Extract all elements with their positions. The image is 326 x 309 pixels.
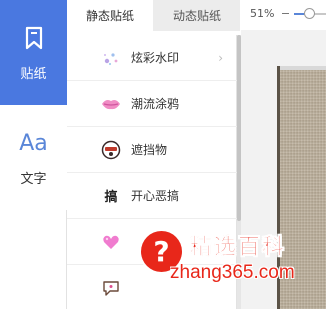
list-item-label: 炫彩水印 [131,51,180,65]
rail-item-text-label: 文字 [20,172,47,187]
sticker-tabs: 静态贴纸 动态贴纸 [67,0,240,31]
list-item-label: 开心恶搞 [131,189,180,203]
sparkle-icon [101,48,121,68]
watermark: ? 精选百科 zhang365.com [135,226,326,288]
rail-item-sticker-label: 贴纸 [20,67,47,82]
list-item-label: 遮挡物 [131,143,168,157]
tab-static-stickers[interactable]: 静态贴纸 [67,0,153,31]
photo-top-strip [280,66,326,70]
watermark-glyph: ? [153,234,170,268]
rail-item-sticker[interactable]: 贴纸 [0,0,67,105]
tab-dynamic-stickers[interactable]: 动态贴纸 [154,0,240,31]
mask-face-icon [101,140,121,160]
zoom-percent: 51% [250,7,275,20]
speech-bubble-icon [101,278,121,298]
zoom-slider-thumb[interactable] [304,8,315,19]
watermark-url: zhang365.com [170,262,295,283]
rail-item-text[interactable]: Aa 文字 [0,105,67,210]
list-item-label: 潮流涂鸦 [131,97,180,111]
sticker-bookmark-icon [24,23,44,53]
chevron-right-icon: › [218,50,223,65]
list-item-happy-prank[interactable]: 搞 开心恶搞 [67,173,237,219]
prank-glyph-icon: 搞 [104,190,118,205]
list-item-colorful-watermark[interactable]: 炫彩水印 › [67,35,237,81]
watermark-title: 精选百科 [190,235,287,261]
zoom-control: 51% [246,0,326,30]
list-item-trendy-graffiti[interactable]: 潮流涂鸦 [67,81,237,127]
text-aa-icon: Aa [19,130,48,156]
list-item-occluder[interactable]: 遮挡物 [67,127,237,173]
zoom-slider-fill [294,13,304,15]
left-rail: 贴纸 Aa 文字 [0,0,67,309]
pink-heart-icon [101,232,121,252]
zoom-out-icon[interactable] [282,13,289,14]
lips-icon [101,94,121,114]
